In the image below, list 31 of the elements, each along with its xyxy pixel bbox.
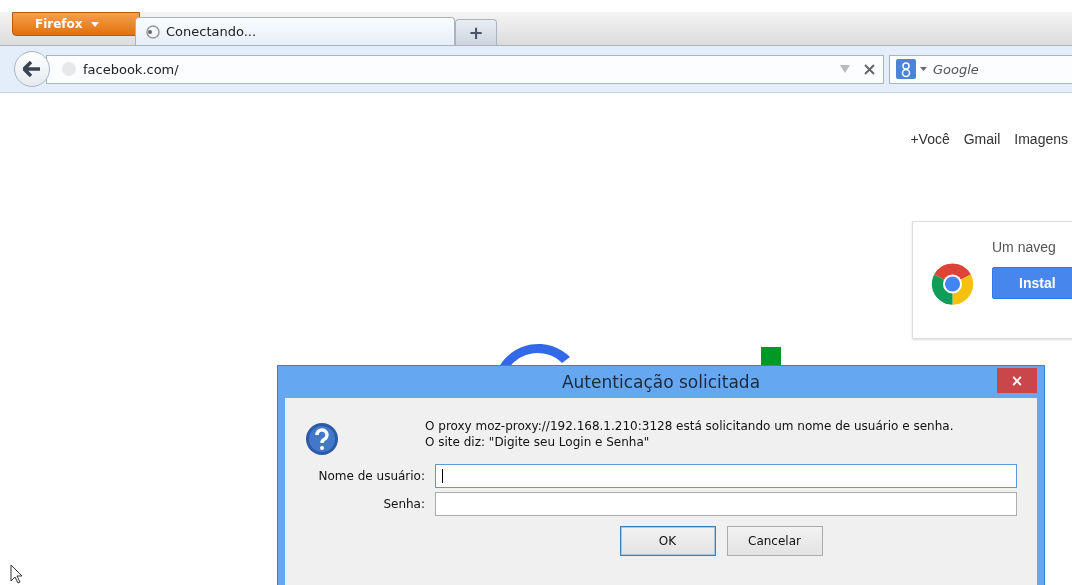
close-button[interactable]: × [997, 368, 1037, 393]
dialog-button[interactable]: OK [619, 526, 716, 556]
caret-icon [90, 21, 99, 27]
dialog-title: Autenticação solicitada [561, 372, 761, 392]
browser-tab[interactable]: Conectando... [135, 17, 455, 45]
search-box[interactable]: Google [889, 54, 1072, 84]
search-field[interactable]: Google [931, 60, 1055, 78]
dialog-message: O proxy moz-proxy://192.168.1.210:3128 está solicitando um nome de usuário e senha. [425, 418, 955, 434]
new-tab-button[interactable]: + [455, 19, 497, 45]
url-text: facebook.com/ [83, 61, 180, 77]
dialog-button[interactable]: Cancelar [726, 526, 823, 556]
back-arrow-icon [23, 61, 41, 77]
loading-icon [146, 24, 160, 39]
back-button[interactable] [14, 51, 50, 87]
question-icon [305, 422, 339, 456]
field-label: Nome de usuário: [318, 469, 425, 483]
address-field[interactable]: facebook.com/ [46, 54, 884, 84]
mouse-pointer-icon [10, 564, 24, 584]
top-link[interactable]: Imagens [1014, 131, 1068, 147]
stop-icon[interactable] [864, 63, 875, 75]
top-link[interactable]: +Você [910, 131, 950, 147]
install-button[interactable]: Instal [992, 267, 1072, 299]
dialog-message: O site diz: "Digite seu Login e Senha" [425, 434, 651, 450]
field-label: Senha: [383, 497, 425, 511]
caret-icon[interactable] [920, 67, 927, 71]
text-field[interactable] [435, 492, 1017, 516]
tab-title: Conectando... [166, 24, 257, 39]
top-link[interactable]: Gmail [963, 131, 1001, 147]
text-field[interactable] [435, 464, 1017, 488]
promo-text: Um naveg [992, 239, 1057, 255]
search-engine-icon[interactable] [896, 59, 916, 79]
